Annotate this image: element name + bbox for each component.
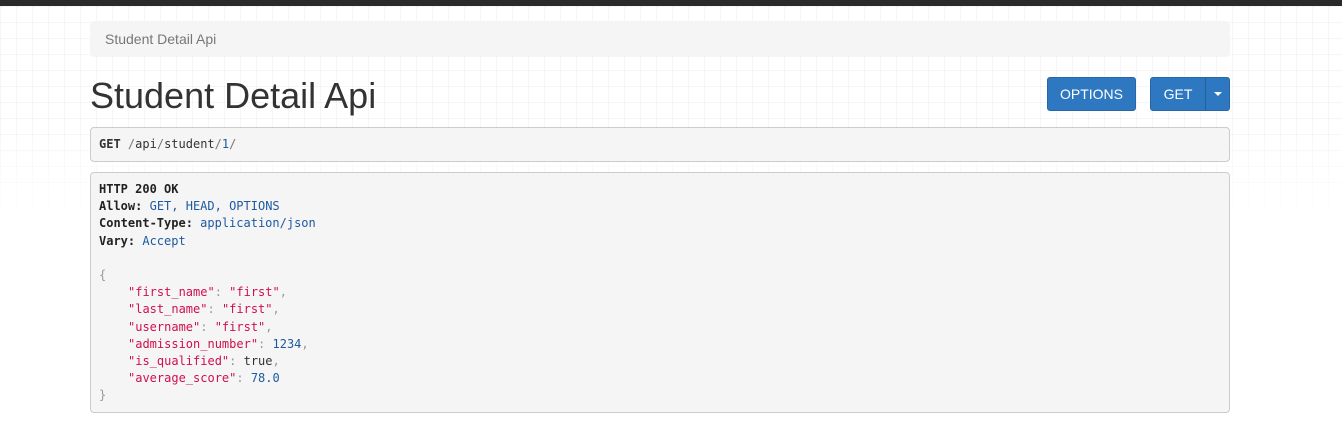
response-status: HTTP 200 OK [99, 182, 179, 196]
request-info: GET /api/student/1/ [90, 127, 1230, 162]
json-open-brace: { [99, 267, 107, 282]
json-value: 78.0 [250, 371, 280, 386]
chevron-down-icon [1213, 92, 1222, 97]
json-value: true [243, 353, 273, 368]
path-segment-student[interactable]: student [164, 137, 215, 151]
json-field: "first_name": "first", [128, 285, 287, 300]
json-field: "last_name": "first", [128, 302, 280, 317]
response-info: HTTP 200 OK Allow: GET, HEAD, OPTIONS Co… [90, 172, 1230, 413]
breadcrumb: Student Detail Api [90, 21, 1230, 57]
json-field: "username": "first", [128, 319, 273, 334]
json-field: "is_qualified": true, [128, 353, 280, 368]
response-header: Vary: Accept [99, 233, 186, 248]
json-close-brace: } [99, 388, 107, 403]
json-key: "admission_number" [128, 336, 259, 351]
json-value: "first" [214, 319, 266, 334]
path-segment-api[interactable]: api [135, 137, 157, 151]
request-method: GET [99, 137, 121, 151]
json-key: "last_name" [128, 302, 208, 317]
page-title: Student Detail Api [90, 75, 377, 116]
json-value: "first" [229, 285, 280, 300]
json-key: "average_score" [128, 371, 237, 386]
json-field: "admission_number": 1234, [128, 336, 309, 351]
json-field: "average_score": 78.0 [128, 371, 280, 386]
json-fields: "first_name": "first", "last_name": "firs… [99, 284, 1221, 387]
response-header: Allow: GET, HEAD, OPTIONS [99, 199, 280, 214]
options-button[interactable]: OPTIONS [1047, 77, 1136, 111]
get-button[interactable]: GET [1150, 77, 1206, 111]
json-key: "is_qualified" [128, 353, 230, 368]
json-key: "username" [128, 319, 201, 334]
request-path: /api/student/1/ [127, 137, 237, 151]
json-value: "first" [221, 302, 273, 317]
breadcrumb-item[interactable]: Student Detail Api [105, 31, 216, 47]
response-header: Content-Type: application/json [99, 216, 316, 231]
json-key: "first_name" [128, 285, 215, 300]
get-format-dropdown-toggle[interactable] [1205, 77, 1230, 111]
json-value: 1234 [272, 336, 302, 351]
